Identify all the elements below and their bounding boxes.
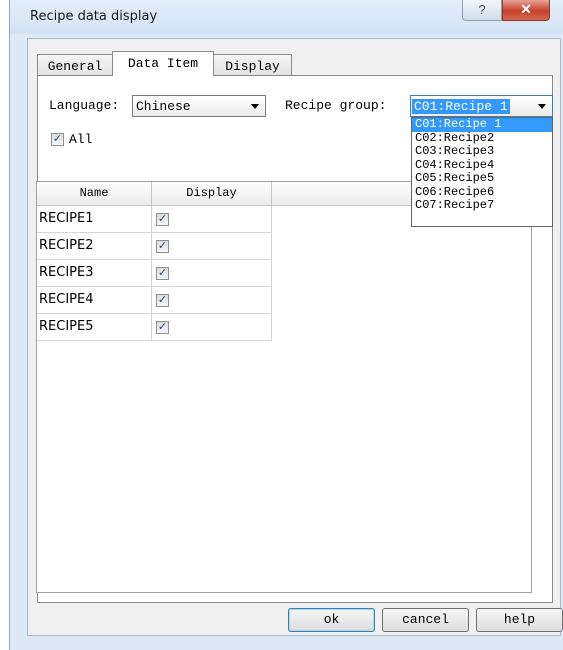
display-cell: ✓ [152,287,272,314]
help-button[interactable]: help [476,608,563,632]
chevron-down-icon [538,104,546,109]
table-row: RECIPE4 ✓ [37,287,272,314]
display-cell: ✓ [152,206,272,233]
recipe-name-cell[interactable]: RECIPE4 [37,287,152,314]
close-button[interactable]: ✕ [502,0,550,21]
table-row: RECIPE1 ✓ [37,206,272,233]
display-cell: ✓ [152,233,272,260]
language-label: Language: [49,98,120,113]
dropdown-option[interactable]: C06:Recipe6 [412,185,552,200]
dropdown-option[interactable]: C03:Recipe3 [412,145,552,159]
tab-data-item[interactable]: Data Item [112,51,214,76]
display-checkbox[interactable]: ✓ [156,294,169,307]
display-checkbox[interactable]: ✓ [156,240,169,253]
language-value: Chinese [136,99,191,114]
table-row: RECIPE3 ✓ [37,260,272,287]
display-cell: ✓ [152,314,272,341]
dialog-window: Recipe data display ? ✕ General Data Ite… [9,0,563,650]
checkmark-icon: ✓ [157,240,168,252]
recipe-group-select[interactable]: C01:Recipe 1 [410,95,553,117]
dropdown-option[interactable]: C01:Recipe 1 [412,118,552,132]
tab-display[interactable]: Display [213,54,292,76]
recipe-name-cell[interactable]: RECIPE3 [37,260,152,287]
title-bar[interactable]: Recipe data display ? ✕ [10,0,563,34]
dropdown-option[interactable]: C02:Recipe2 [412,131,552,146]
language-select[interactable]: Chinese [132,95,266,117]
checkmark-icon: ✓ [157,267,168,279]
checkmark-icon: ✓ [52,133,63,145]
display-checkbox[interactable]: ✓ [156,321,169,334]
column-header-display[interactable]: Display [152,182,272,206]
checkmark-icon: ✓ [157,213,168,225]
table-row: RECIPE2 ✓ [37,233,272,260]
tab-data-item-label: Data Item [127,56,199,71]
recipe-group-label: Recipe group: [285,98,387,113]
column-header-name[interactable]: Name [37,182,152,206]
window-title: Recipe data display [30,9,158,24]
recipe-group-dropdown: C01:Recipe 1 C02:Recipe2 C03:Recipe3 C04… [411,117,553,227]
display-cell: ✓ [152,260,272,287]
cancel-button[interactable]: cancel [382,608,469,632]
tab-general-label: General [47,59,103,74]
table-row: RECIPE5 ✓ [37,314,272,341]
close-icon: ✕ [520,1,532,17]
dropdown-option[interactable]: C05:Recipe5 [412,172,552,186]
all-checkbox[interactable]: ✓ [51,133,64,146]
dropdown-option[interactable]: C04:Recipe4 [412,158,552,173]
recipe-group-value: C01:Recipe 1 [412,99,510,114]
display-checkbox[interactable]: ✓ [156,267,169,280]
ok-button[interactable]: ok [288,608,375,632]
checkmark-icon: ✓ [157,294,168,306]
tab-general[interactable]: General [37,54,113,76]
chevron-down-icon [251,104,259,109]
recipe-name-cell[interactable]: RECIPE5 [37,314,152,341]
recipe-name-cell[interactable]: RECIPE2 [37,233,152,260]
checkmark-icon: ✓ [157,321,168,333]
tab-display-label: Display [225,59,280,74]
all-checkbox-label: All [69,132,93,147]
help-title-button[interactable]: ? [462,0,502,21]
dialog-body: General Data Item Display Language: Chin… [27,38,563,636]
table-header: Name Display [37,182,272,206]
recipe-table: Name Display RECIPE1 ✓ RECIPE2 ✓ RECIPE3… [36,181,532,593]
recipe-name-cell[interactable]: RECIPE1 [37,206,152,233]
dropdown-option[interactable]: C07:Recipe7 [412,199,552,213]
display-checkbox[interactable]: ✓ [156,213,169,226]
question-icon: ? [478,2,486,17]
